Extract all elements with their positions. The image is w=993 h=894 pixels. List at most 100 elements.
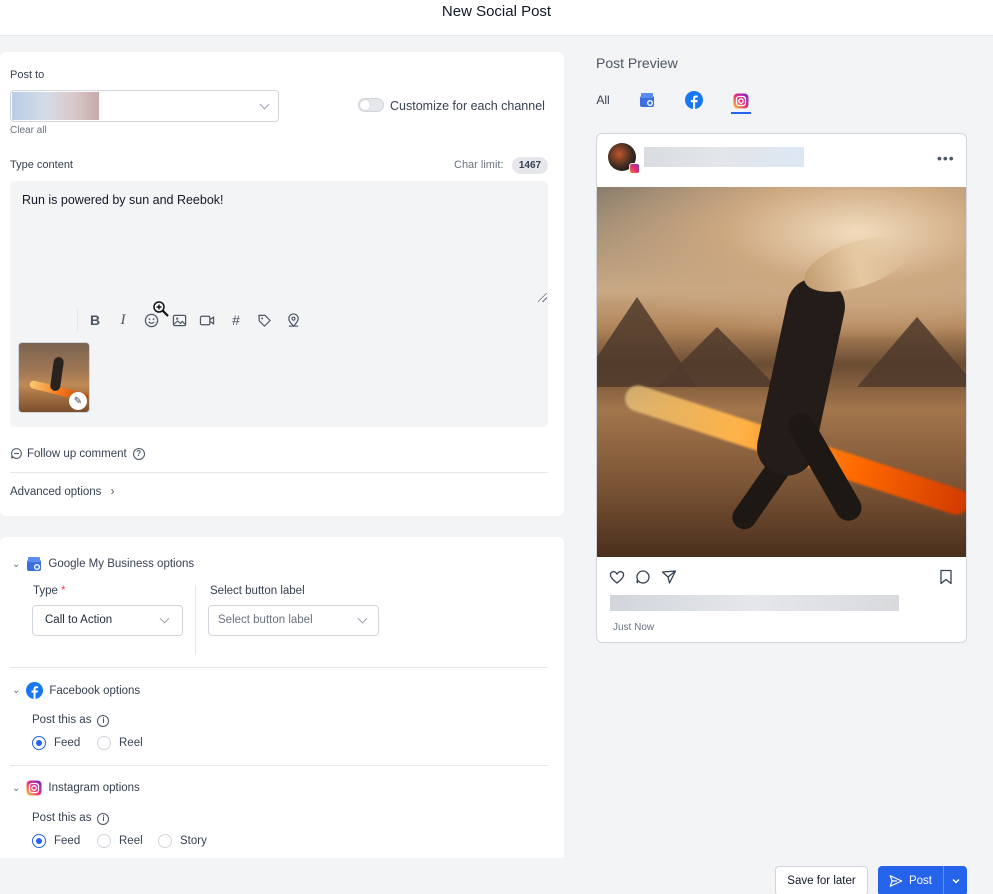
instagram-radio-reel[interactable]: Reel (97, 834, 143, 848)
google-my-business-icon (640, 93, 654, 107)
chevron-down-icon (159, 613, 170, 624)
facebook-radio-feed[interactable]: Feed (32, 736, 80, 750)
vertical-divider (195, 585, 196, 655)
button-label-placeholder: Select button label (218, 614, 313, 626)
image-icon[interactable] (169, 310, 189, 330)
instagram-post-as-text: Post this as (32, 812, 92, 824)
selected-channels-preview (12, 92, 99, 120)
radio-label: Reel (119, 835, 143, 847)
radio-unselected[interactable] (97, 736, 111, 750)
radio-label: Feed (54, 737, 81, 749)
post-image (597, 187, 966, 557)
chevron-down-icon (357, 613, 368, 624)
divider (10, 667, 548, 668)
caption-redacted (610, 595, 899, 611)
info-icon[interactable]: i (97, 715, 110, 727)
instagram-options-title: Instagram options (48, 782, 140, 794)
facebook-options-title: Facebook options (49, 684, 141, 697)
post-to-label: Post to (10, 69, 45, 81)
zoom-cursor-icon (153, 301, 169, 317)
radio-unselected[interactable] (97, 834, 111, 848)
thumbnail-runner (49, 356, 65, 392)
customize-toggle[interactable] (358, 98, 384, 112)
comment-icon (11, 448, 22, 459)
attached-image-thumbnail[interactable]: ✎ (18, 342, 90, 413)
radio-label: Reel (119, 737, 143, 749)
customize-label: Customize for each channel (390, 99, 545, 113)
google-my-business-icon (27, 557, 42, 571)
instagram-radio-feed[interactable]: Feed (32, 834, 80, 848)
italic-button[interactable]: I (113, 310, 133, 330)
radio-label: Feed (54, 835, 81, 847)
instagram-post-as-label: Post this as i (32, 812, 110, 825)
edit-icon[interactable]: ✎ (69, 392, 87, 410)
facebook-icon (684, 91, 703, 109)
radio-selected[interactable] (32, 834, 46, 848)
facebook-options-header[interactable]: ⌄ Facebook options (12, 682, 140, 699)
chevron-down-icon: ⌄ (12, 782, 21, 794)
chevron-down-icon (259, 99, 270, 110)
chevron-down-icon: ⌄ (12, 685, 21, 696)
follow-up-label: Follow up comment (27, 447, 127, 460)
char-limit-label: Char limit: (454, 159, 504, 171)
required-indicator: * (60, 585, 66, 597)
hashtag-icon[interactable]: # (226, 310, 246, 330)
preview-title: Post Preview (596, 55, 678, 71)
resize-handle[interactable] (538, 293, 547, 302)
more-options-icon[interactable]: ••• (937, 150, 955, 166)
tab-instagram[interactable] (731, 89, 751, 114)
tab-google-my-business[interactable] (638, 89, 656, 111)
instagram-icon (26, 780, 42, 796)
follow-up-comment[interactable]: Follow up comment ? (10, 447, 145, 460)
video-icon[interactable] (197, 310, 217, 330)
photo-mountain (857, 317, 966, 387)
radio-unselected[interactable] (158, 834, 172, 848)
info-icon[interactable]: i (97, 813, 110, 825)
divider (10, 472, 548, 473)
post-button-label: Post (908, 875, 932, 887)
content-text[interactable]: Run is powered by sun and Reebok! (22, 193, 224, 207)
instagram-radio-story[interactable]: Story (158, 834, 207, 848)
page-header: New Social Post (0, 0, 993, 36)
facebook-radio-reel[interactable]: Reel (97, 736, 143, 750)
photo-mountain (657, 327, 777, 387)
tab-facebook[interactable] (684, 89, 703, 111)
account-name-redacted (644, 147, 804, 167)
post-options-dropdown[interactable] (943, 866, 967, 894)
composer-card: Post to Clear all Customize for each cha… (0, 52, 564, 516)
post-button-main[interactable]: Post (878, 874, 943, 888)
chevron-down-icon: ⌄ (12, 558, 21, 570)
facebook-post-as-text: Post this as (32, 714, 92, 726)
location-icon[interactable] (283, 310, 303, 330)
send-icon (889, 875, 903, 887)
radio-label: Story (180, 835, 207, 847)
button-label-label: Select button label (210, 585, 305, 597)
heart-icon[interactable] (609, 569, 625, 585)
content-editor[interactable]: Run is powered by sun and Reebok! B I # … (10, 181, 548, 427)
type-label: Type * (33, 585, 65, 597)
button-label-select[interactable]: Select button label (208, 605, 379, 636)
tab-all[interactable]: All (596, 89, 610, 111)
chevron-right-icon: › (110, 486, 115, 498)
save-for-later-button[interactable]: Save for later (775, 866, 868, 894)
comment-icon[interactable] (635, 569, 651, 585)
post-button[interactable]: Post (878, 866, 967, 894)
tag-icon[interactable] (254, 310, 274, 330)
gmb-options-header[interactable]: ⌄ Google My Business options (12, 556, 194, 572)
instagram-options-header[interactable]: ⌄ Instagram options (12, 780, 140, 796)
bold-button[interactable]: B (85, 310, 105, 330)
type-content-label: Type content (10, 159, 73, 171)
type-select-value: Call to Action (45, 614, 113, 626)
type-label-text: Type (33, 585, 58, 597)
share-icon[interactable] (661, 569, 677, 585)
divider (10, 765, 548, 766)
type-select[interactable]: Call to Action (32, 605, 183, 636)
bookmark-icon[interactable] (939, 569, 953, 585)
chevron-down-icon (951, 878, 960, 884)
channel-select[interactable] (10, 90, 279, 122)
radio-selected[interactable] (32, 736, 46, 750)
advanced-options-toggle[interactable]: Advanced options › (10, 486, 114, 498)
instagram-preview-card: ••• Just Now (596, 133, 967, 643)
clear-all-link[interactable]: Clear all (10, 125, 47, 136)
help-icon[interactable]: ? (132, 447, 145, 460)
